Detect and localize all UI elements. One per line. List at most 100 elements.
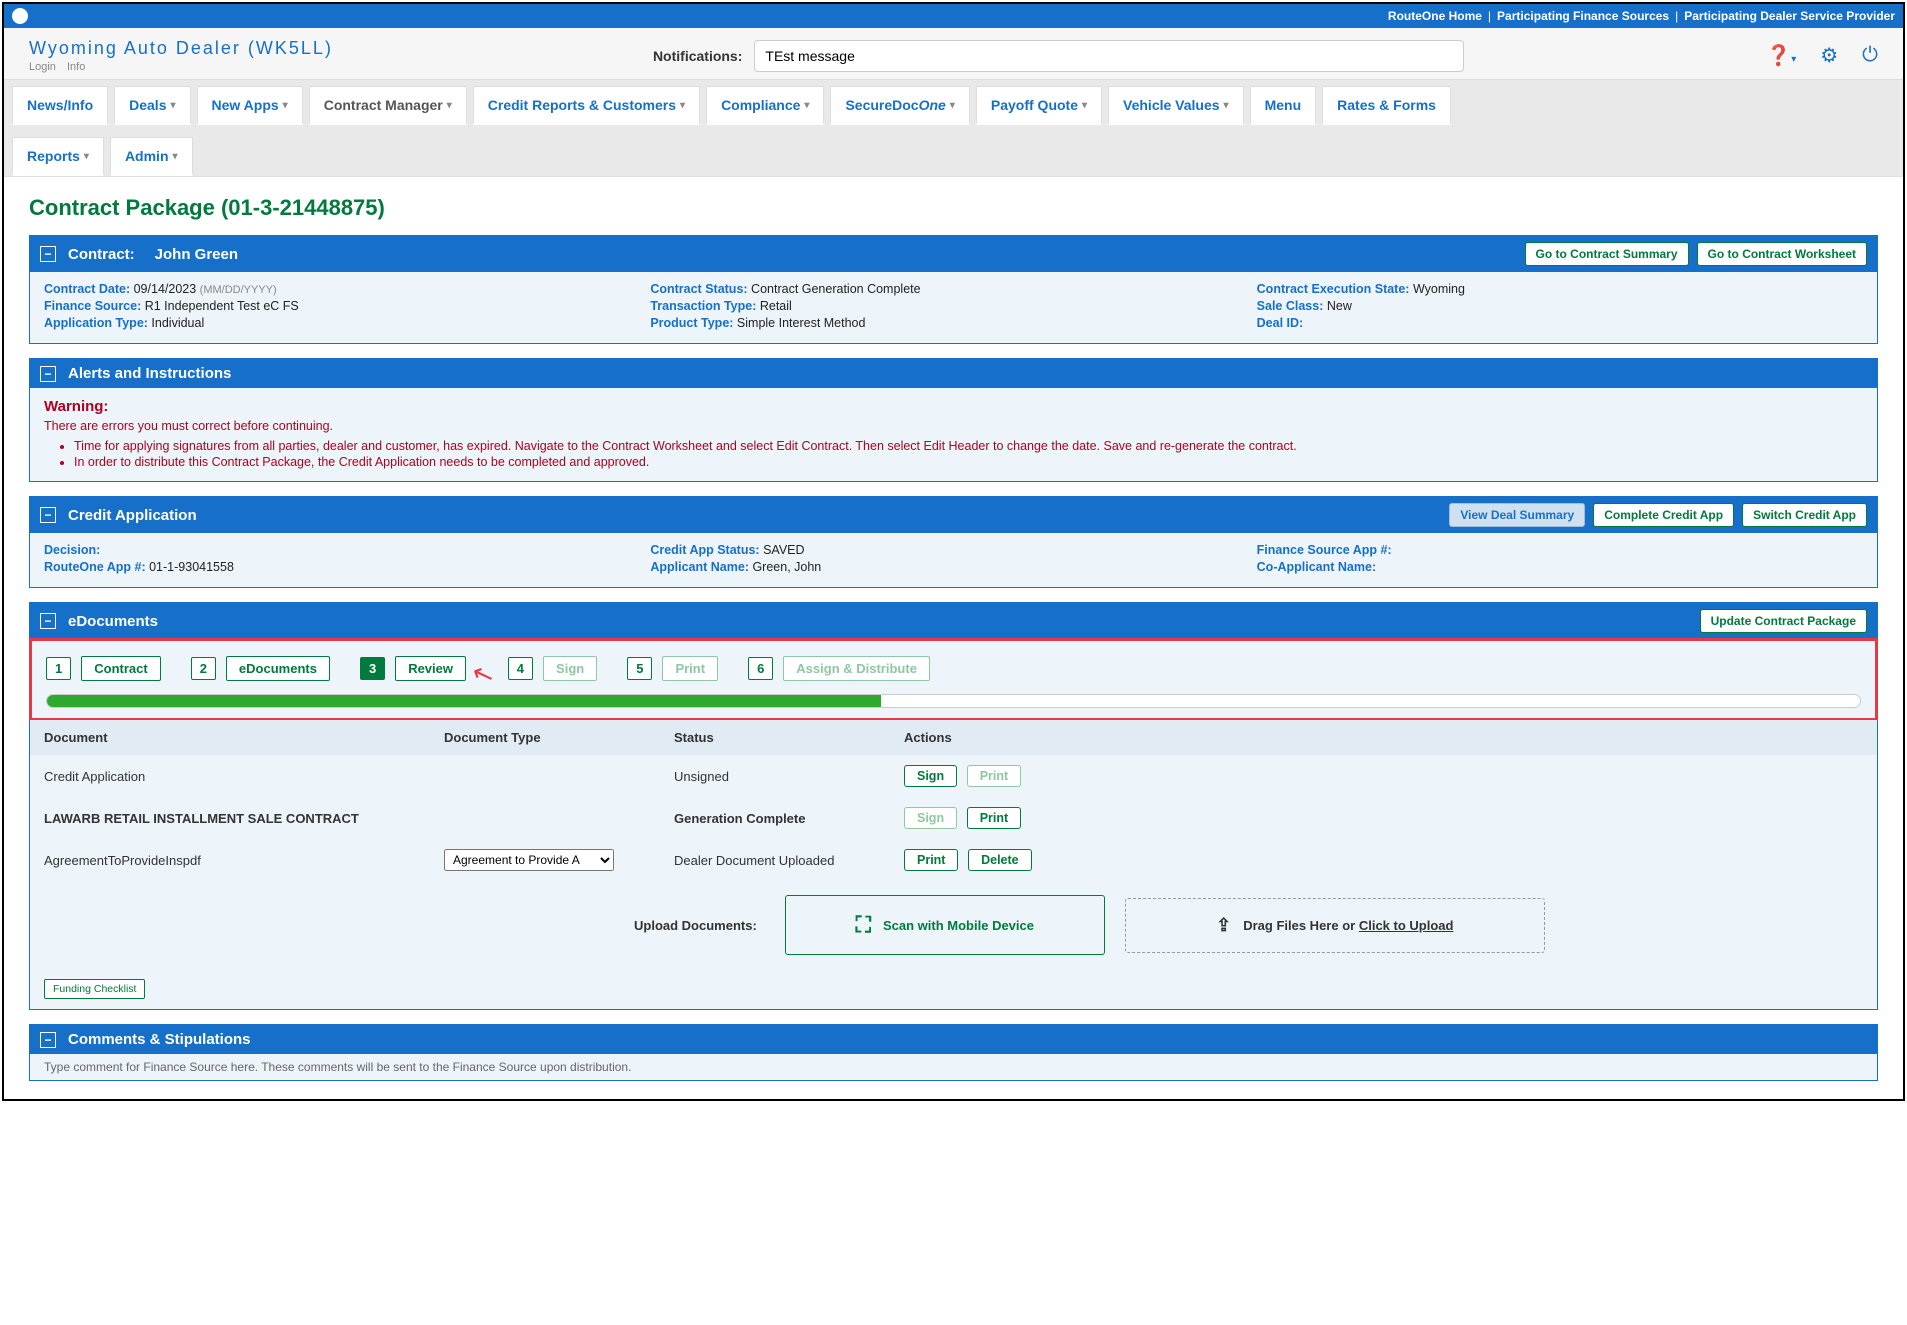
topbar-link-home[interactable]: RouteOne Home — [1388, 9, 1482, 23]
routeone-app-label[interactable]: RouteOne App #: — [44, 560, 146, 574]
doc-row: LAWARB RETAIL INSTALLMENT SALE CONTRACT … — [30, 797, 1877, 839]
collapse-icon[interactable]: − — [40, 507, 56, 523]
co-applicant-label[interactable]: Co-Applicant Name: — [1257, 560, 1376, 574]
upload-documents-label: Upload Documents: — [634, 918, 757, 933]
warning-item: Time for applying signatures from all pa… — [74, 439, 1863, 453]
step-edocuments-button[interactable]: eDocuments — [226, 656, 330, 681]
alerts-panel-title: Alerts and Instructions — [68, 365, 231, 382]
dealer-login-link[interactable]: Login — [29, 61, 56, 73]
product-type-label[interactable]: Product Type: — [650, 316, 733, 330]
print-button[interactable]: Print — [904, 849, 958, 871]
finance-source-label[interactable]: Finance Source: — [44, 299, 141, 313]
warning-list: Time for applying signatures from all pa… — [74, 439, 1863, 469]
fs-app-label[interactable]: Finance Source App #: — [1257, 543, 1392, 557]
chevron-down-icon: ▾ — [804, 100, 809, 111]
applicant-name-label[interactable]: Applicant Name: — [650, 560, 749, 574]
doc-name: Credit Application — [44, 769, 444, 784]
warning-subtitle: There are errors you must correct before… — [44, 419, 1863, 433]
chevron-down-icon: ▾ — [447, 100, 452, 111]
print-button[interactable]: Print — [967, 807, 1021, 829]
topbar-sep: | — [1675, 9, 1678, 23]
scan-mobile-button[interactable]: ⛶ Scan with Mobile Device — [785, 895, 1105, 955]
funding-checklist-button[interactable]: Funding Checklist — [44, 979, 145, 999]
power-icon[interactable]: ⏻ — [1862, 44, 1878, 67]
chevron-down-icon: ▾ — [1224, 100, 1229, 111]
execution-state-label[interactable]: Contract Execution State: — [1257, 282, 1410, 296]
doctype-select[interactable]: Agreement to Provide A — [444, 849, 614, 871]
step-assign-button: Assign & Distribute — [783, 656, 930, 681]
top-bar: RouteOne Home | Participating Finance So… — [4, 4, 1903, 28]
header: Wyoming Auto Dealer (WK5LL) Login Info N… — [4, 28, 1903, 80]
topbar-link-dealer[interactable]: Participating Dealer Service Provider — [1684, 9, 1895, 23]
collapse-icon[interactable]: − — [40, 613, 56, 629]
nav-payoff-quote[interactable]: Payoff Quote▾ — [976, 86, 1102, 125]
wizard-steps: 1 Contract 2 eDocuments 3 Review ↖ 4 Sig… — [46, 653, 1861, 684]
nav-admin[interactable]: Admin▾ — [110, 137, 193, 176]
topbar-link-finance[interactable]: Participating Finance Sources — [1497, 9, 1669, 23]
gear-icon[interactable]: ⚙ — [1820, 43, 1838, 68]
step-1-num: 1 — [46, 657, 71, 680]
warning-item: In order to distribute this Contract Pac… — [74, 455, 1863, 469]
decision-label[interactable]: Decision: — [44, 543, 100, 557]
dealer-name: Wyoming Auto Dealer (WK5LL) — [29, 38, 333, 59]
help-icon[interactable]: ❓▾ — [1766, 43, 1796, 68]
doc-status: Unsigned — [674, 769, 904, 784]
nav-new-apps[interactable]: New Apps▾ — [197, 86, 303, 125]
doc-name: LAWARB RETAIL INSTALLMENT SALE CONTRACT — [44, 811, 444, 826]
step-6-num: 6 — [748, 657, 773, 680]
contract-status-label[interactable]: Contract Status: — [650, 282, 747, 296]
nav-compliance[interactable]: Compliance▾ — [706, 86, 824, 125]
nav-contract-manager[interactable]: Contract Manager▾ — [309, 86, 467, 125]
comments-note: Type comment for Finance Source here. Th… — [30, 1054, 1877, 1080]
delete-button[interactable]: Delete — [968, 849, 1032, 871]
application-type-value: Individual — [151, 316, 204, 330]
nav-menu[interactable]: Menu — [1250, 86, 1317, 125]
collapse-icon[interactable]: − — [40, 366, 56, 382]
print-button: Print — [967, 765, 1021, 787]
nav-reports[interactable]: Reports▾ — [12, 137, 104, 176]
nav-securedoc[interactable]: SecureDocOne▾ — [830, 86, 969, 125]
contract-panel: − Contract: John Green Go to Contract Su… — [29, 235, 1878, 344]
contract-name: John Green — [155, 246, 238, 263]
finance-source-value: R1 Independent Test eC FS — [145, 299, 299, 313]
nav-rates-forms[interactable]: Rates & Forms — [1322, 86, 1451, 125]
switch-credit-app-button[interactable]: Switch Credit App — [1742, 503, 1867, 527]
nav-vehicle-values[interactable]: Vehicle Values▾ — [1108, 86, 1244, 125]
go-contract-summary-button[interactable]: Go to Contract Summary — [1525, 242, 1689, 266]
nav-credit-reports[interactable]: Credit Reports & Customers▾ — [473, 86, 700, 125]
complete-credit-app-button[interactable]: Complete Credit App — [1593, 503, 1734, 527]
collapse-icon[interactable]: − — [40, 1032, 56, 1048]
drag-upload-area[interactable]: ⇪ Drag Files Here or Click to Upload — [1125, 898, 1545, 953]
collapse-icon[interactable]: − — [40, 246, 56, 262]
deal-id-label[interactable]: Deal ID: — [1257, 316, 1304, 330]
drag-prefix: Drag Files Here or — [1243, 918, 1359, 933]
step-4-num: 4 — [508, 657, 533, 680]
notifications-input[interactable] — [754, 40, 1464, 72]
execution-state-value: Wyoming — [1413, 282, 1465, 296]
step-review-button[interactable]: Review — [395, 656, 466, 681]
view-deal-summary-button[interactable]: View Deal Summary — [1449, 503, 1585, 527]
update-contract-package-button[interactable]: Update Contract Package — [1700, 609, 1867, 633]
chevron-down-icon: ▾ — [84, 151, 89, 162]
sale-class-label[interactable]: Sale Class: — [1257, 299, 1324, 313]
go-contract-worksheet-button[interactable]: Go to Contract Worksheet — [1697, 242, 1867, 266]
transaction-type-label[interactable]: Transaction Type: — [650, 299, 756, 313]
nav-deals[interactable]: Deals▾ — [114, 86, 190, 125]
step-contract-button[interactable]: Contract — [81, 656, 160, 681]
credit-app-status-label[interactable]: Credit App Status: — [650, 543, 759, 557]
chevron-down-icon: ▾ — [170, 100, 175, 111]
application-type-label[interactable]: Application Type: — [44, 316, 148, 330]
sign-button: Sign — [904, 807, 957, 829]
sign-button[interactable]: Sign — [904, 765, 957, 787]
contract-date-label[interactable]: Contract Date: — [44, 282, 130, 296]
dealer-info-link[interactable]: Info — [67, 61, 85, 73]
col-document: Document — [44, 730, 444, 745]
nav-news-info[interactable]: News/Info — [12, 86, 108, 125]
warning-title: Warning: — [44, 398, 1863, 415]
annotation-arrow-icon: ↖ — [467, 656, 498, 693]
comments-panel-title: Comments & Stipulations — [68, 1031, 251, 1048]
sale-class-value: New — [1327, 299, 1352, 313]
main-nav: News/Info Deals▾ New Apps▾ Contract Mana… — [4, 80, 1903, 177]
edocuments-panel: − eDocuments Update Contract Package 1 C… — [29, 602, 1878, 1010]
click-to-upload-link[interactable]: Click to Upload — [1359, 918, 1454, 933]
